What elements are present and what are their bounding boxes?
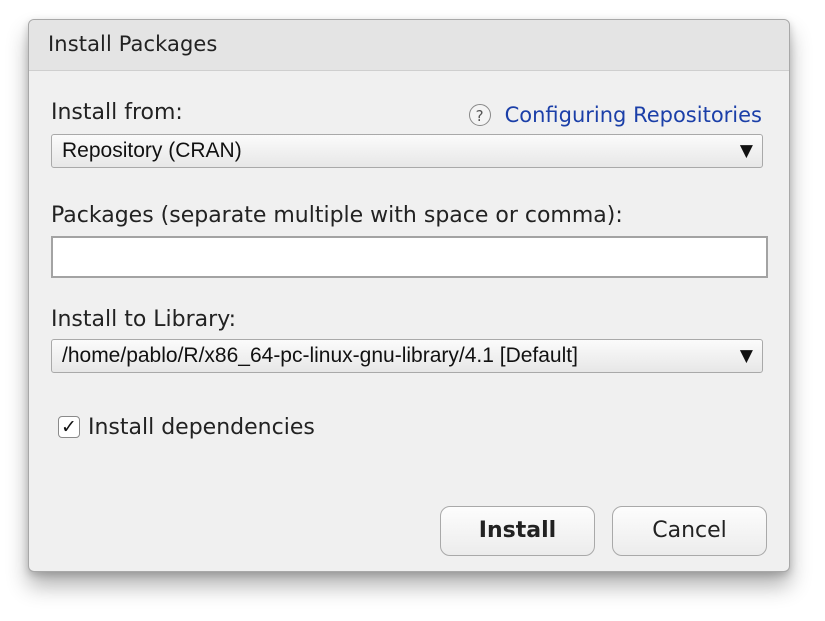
dialog-titlebar[interactable]: Install Packages [29, 20, 789, 71]
library-select[interactable]: /home/pablo/R/x86_64-pc-linux-gnu-librar… [51, 339, 763, 373]
packages-input[interactable] [51, 236, 768, 278]
library-selected-value: /home/pablo/R/x86_64-pc-linux-gnu-librar… [62, 344, 578, 367]
install-dependencies-label[interactable]: Install dependencies [88, 415, 315, 440]
packages-label: Packages (separate multiple with space o… [51, 203, 623, 228]
install-from-selected-value: Repository (CRAN) [62, 139, 242, 162]
dropdown-arrow-icon: ▼ [739, 346, 753, 366]
install-dependencies-row[interactable]: ✓ Install dependencies [58, 413, 315, 441]
configuring-repositories-link[interactable]: ? Configuring Repositories [468, 102, 762, 128]
dialog-title: Install Packages [48, 32, 218, 56]
configuring-repositories-text[interactable]: Configuring Repositories [505, 103, 762, 127]
install-to-library-label: Install to Library: [51, 307, 237, 332]
install-from-select[interactable]: Repository (CRAN) ▼ [51, 134, 763, 168]
question-circle-icon[interactable]: ? [468, 104, 491, 126]
install-dependencies-checkbox[interactable]: ✓ [58, 416, 80, 438]
install-packages-dialog: Install Packages Install from: ? Configu… [28, 19, 790, 572]
install-button[interactable]: Install [440, 506, 595, 556]
dropdown-arrow-icon: ▼ [739, 141, 753, 161]
cancel-button[interactable]: Cancel [612, 506, 767, 556]
install-from-label: Install from: [51, 100, 183, 125]
